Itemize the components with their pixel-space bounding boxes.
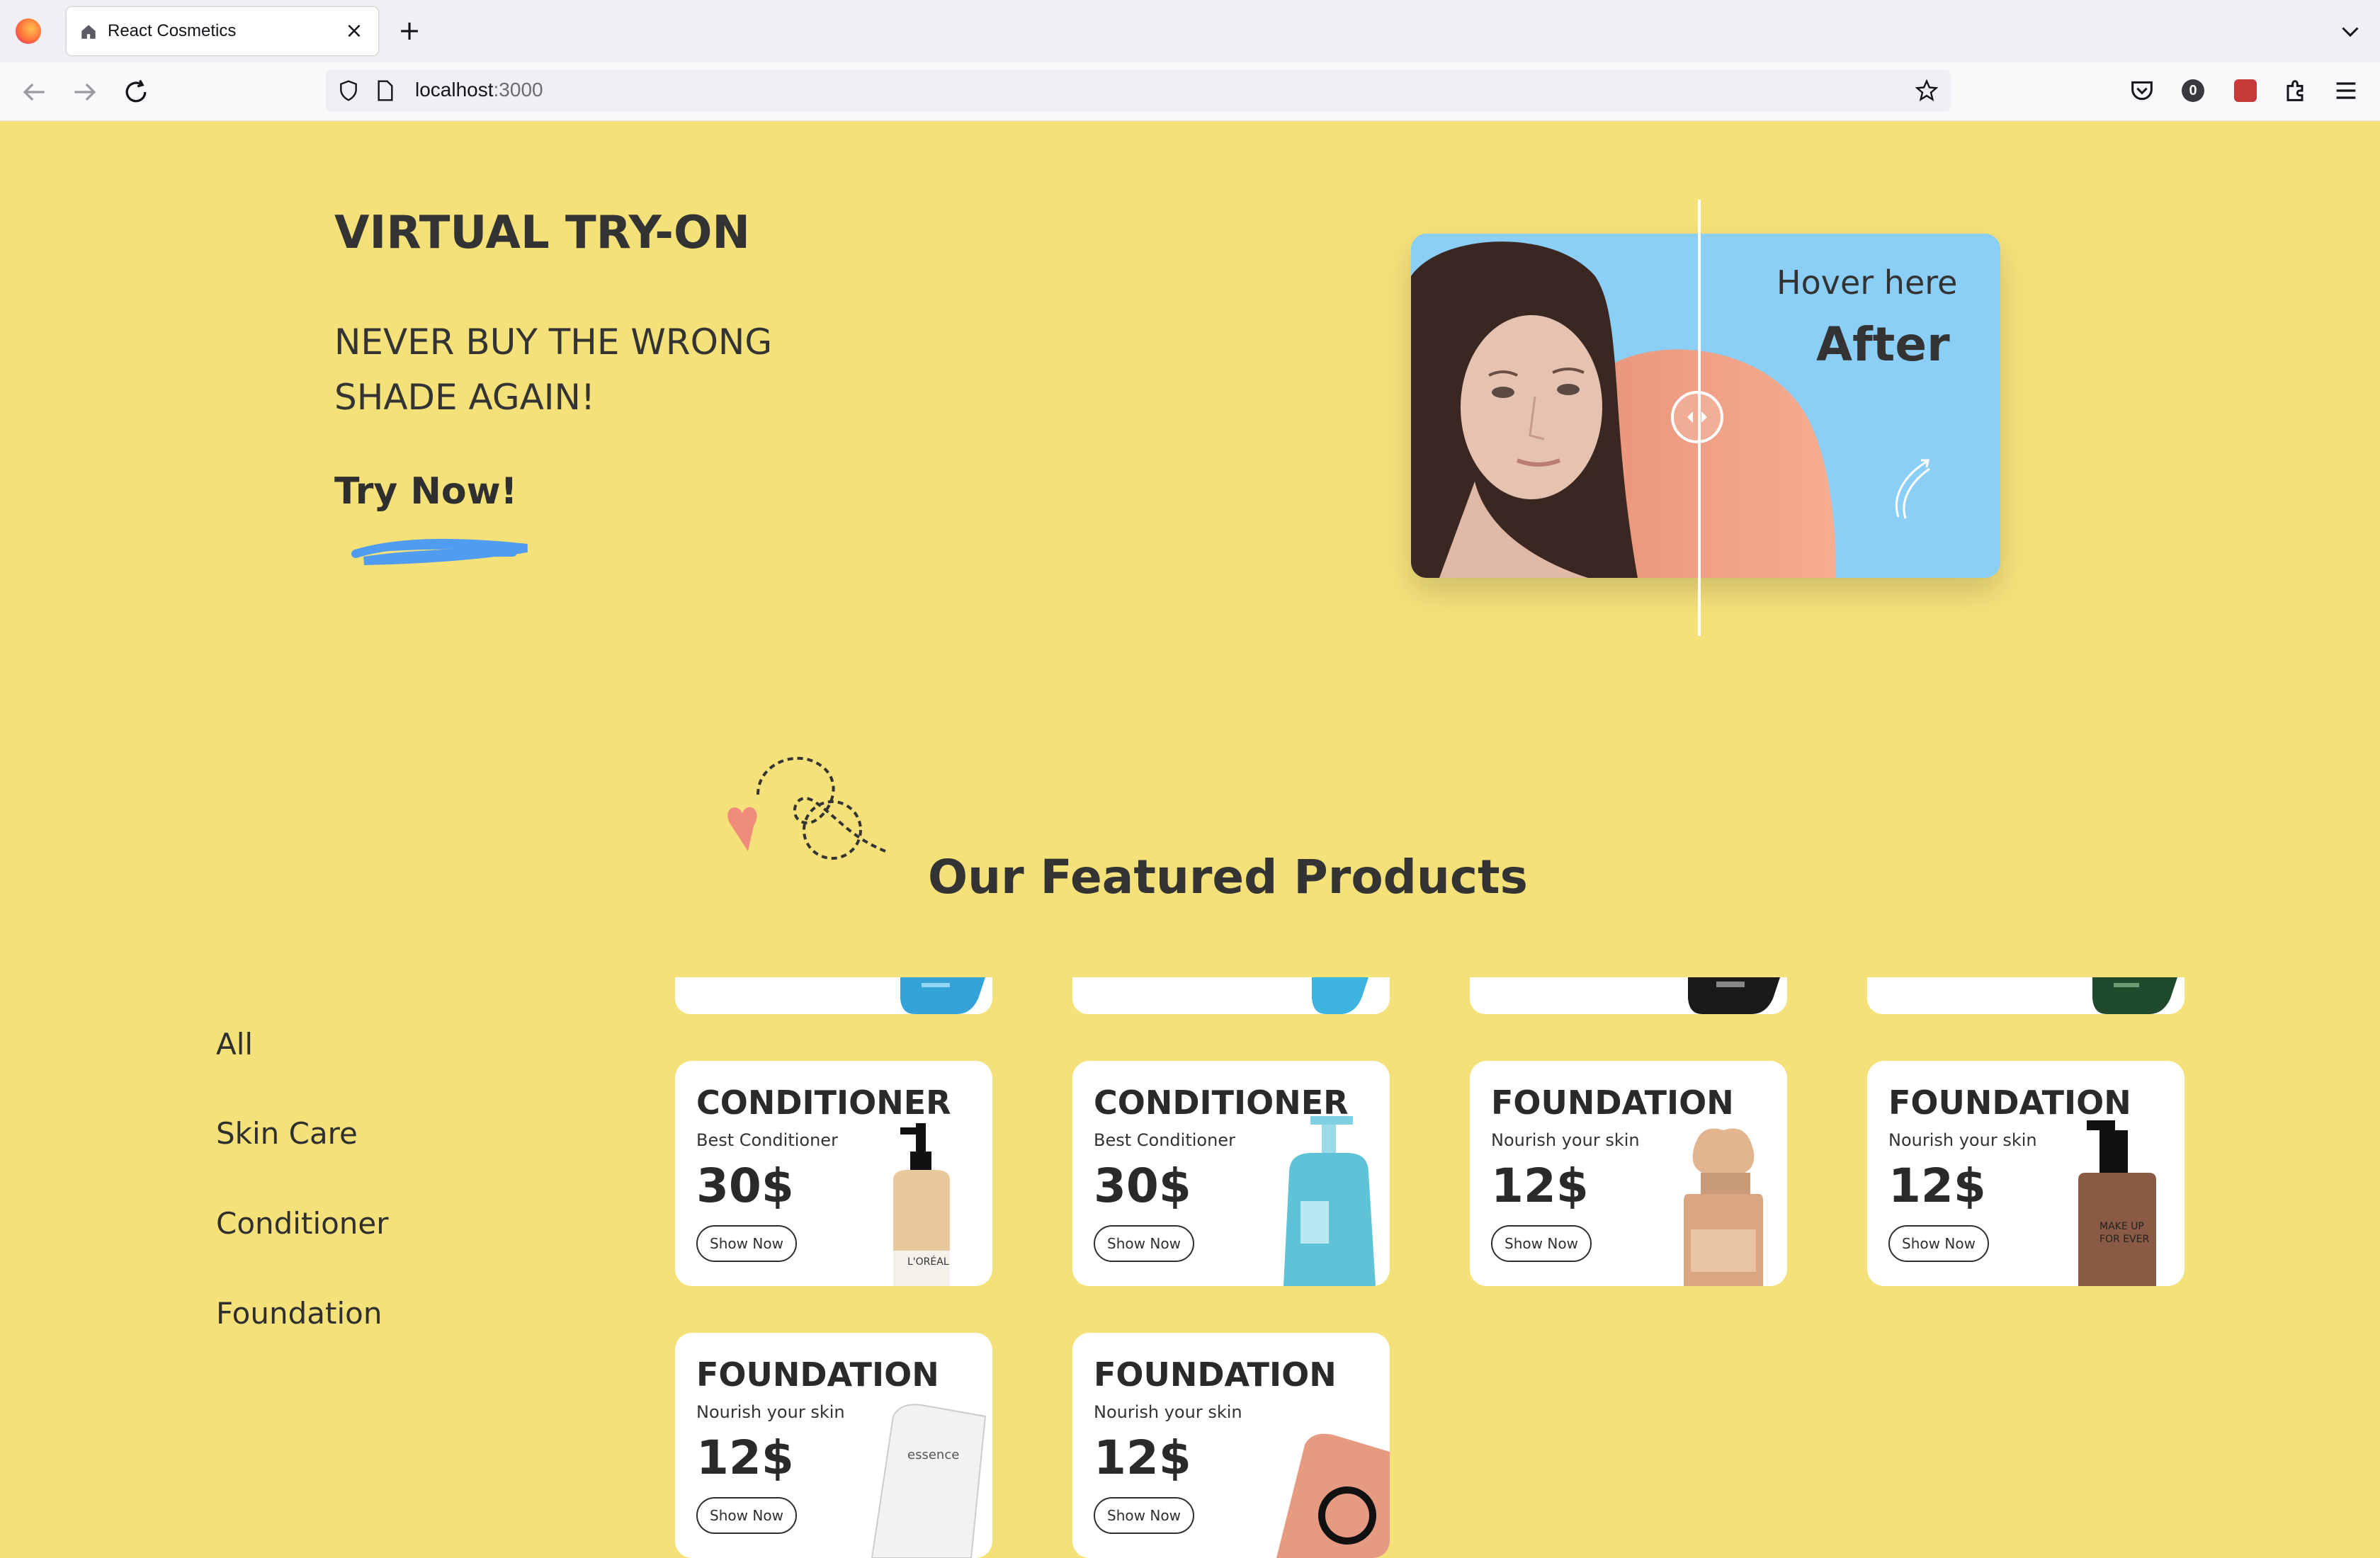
product-card[interactable]: FOUNDATION Nourish your skin 12$ Show No…: [1072, 1333, 1390, 1558]
home-icon: [81, 25, 96, 39]
product-price: 12$: [1094, 1431, 1191, 1485]
firefox-logo-icon[interactable]: [16, 18, 41, 44]
extension-badge-count: 0: [2182, 79, 2204, 102]
svg-text:FOR EVER: FOR EVER: [2100, 1234, 2150, 1245]
product-price: 30$: [1094, 1159, 1191, 1213]
product-image-partial: [2092, 977, 2177, 1014]
product-price: 12$: [696, 1431, 794, 1485]
product-card[interactable]: FOUNDATION Nourish your skin 12$ Show No…: [1867, 1061, 2184, 1286]
url-text[interactable]: localhost:3000: [415, 79, 543, 101]
product-subtitle: Best Conditioner: [696, 1130, 838, 1150]
product-card[interactable]: CONDITIONER Best Conditioner 30$ Show No…: [675, 1061, 992, 1286]
address-bar[interactable]: localhost:3000: [326, 69, 1951, 112]
svg-text:MAKE UP: MAKE UP: [2100, 1221, 2144, 1232]
category-skin-care[interactable]: Skin Care: [216, 1116, 358, 1151]
hero-title: VIRTUAL TRY-ON: [334, 207, 750, 259]
slider-handle[interactable]: [1671, 391, 1723, 443]
bookmark-star-icon[interactable]: [1914, 78, 1939, 103]
new-tab-button[interactable]: +: [394, 16, 425, 47]
forward-arrow-icon[interactable]: [69, 76, 101, 108]
conditioner-pump-icon: [1284, 1116, 1376, 1286]
foundation-tube-icon: essence: [871, 1404, 987, 1558]
product-price: 12$: [1888, 1159, 1986, 1213]
chevron-down-icon[interactable]: [2338, 18, 2363, 44]
pocket-icon[interactable]: [2128, 76, 2156, 105]
extensions-puzzle-icon[interactable]: [2281, 76, 2309, 105]
show-now-button[interactable]: Show Now: [1491, 1225, 1592, 1262]
product-card[interactable]: FOUNDATION Nourish your skin 12$ Show No…: [675, 1333, 992, 1558]
foundation-bottle-icon: [1684, 1128, 1763, 1286]
product-card[interactable]: CONDITIONER Best Conditioner 30$ Show No…: [1072, 1061, 1390, 1286]
brush-stroke-decoration: [351, 539, 528, 565]
browser-tab-bar: React Cosmetics × +: [0, 0, 2380, 62]
category-conditioner[interactable]: Conditioner: [216, 1206, 389, 1241]
product-price: 12$: [1491, 1159, 1589, 1213]
extension-red-icon[interactable]: [2231, 76, 2260, 105]
product-image-partial: [1312, 977, 1368, 1014]
product-card-partial[interactable]: [1867, 977, 2184, 1014]
product-subtitle: Nourish your skin: [1094, 1402, 1242, 1422]
swoosh-arrow-icon: [1895, 459, 1930, 519]
product-card-partial[interactable]: [675, 977, 992, 1014]
product-subtitle: Nourish your skin: [1888, 1130, 2037, 1150]
reload-icon[interactable]: [120, 76, 152, 108]
compare-hint: Hover here: [1776, 263, 1958, 302]
extension-badge-icon[interactable]: 0: [2179, 76, 2207, 105]
product-image-partial: [900, 977, 985, 1014]
show-now-button[interactable]: Show Now: [1094, 1225, 1194, 1262]
browser-tab[interactable]: React Cosmetics ×: [67, 7, 378, 55]
product-card[interactable]: FOUNDATION Nourish your skin 12$ Show No…: [1470, 1061, 1787, 1286]
foundation-pump-icon: MAKE UP FOR EVER: [2078, 1120, 2156, 1286]
left-right-arrows-icon: [1687, 411, 1707, 423]
back-arrow-icon[interactable]: [18, 76, 50, 108]
url-port: :3000: [493, 79, 543, 101]
svg-text:L'ORÉAL: L'ORÉAL: [907, 1256, 949, 1268]
hamburger-menu-icon[interactable]: [2332, 76, 2360, 105]
featured-products-title: Our Featured Products: [928, 850, 1528, 904]
show-now-button[interactable]: Show Now: [1888, 1225, 1989, 1262]
product-subtitle: Nourish your skin: [696, 1402, 845, 1422]
hero-subtitle: NEVER BUY THE WRONG SHADE AGAIN!: [334, 322, 773, 418]
product-card-partial[interactable]: [1072, 977, 1390, 1014]
product-subtitle: Best Conditioner: [1094, 1130, 1235, 1150]
tab-title: React Cosmetics: [108, 21, 237, 40]
product-price: 30$: [696, 1159, 794, 1213]
svg-text:essence: essence: [907, 1448, 959, 1462]
show-now-button[interactable]: Show Now: [696, 1225, 797, 1262]
try-now-link[interactable]: Try Now!: [334, 470, 517, 513]
foundation-tube-icon: [1276, 1433, 1390, 1558]
product-image-partial: [1688, 977, 1780, 1014]
category-all[interactable]: All: [216, 1027, 253, 1062]
conditioner-bottle-icon: L'ORÉAL: [893, 1123, 950, 1286]
show-now-button[interactable]: Show Now: [1094, 1497, 1194, 1534]
page-icon: [378, 80, 393, 101]
shield-icon[interactable]: [337, 79, 360, 102]
show-now-button[interactable]: Show Now: [696, 1497, 797, 1534]
product-subtitle: Nourish your skin: [1491, 1130, 1640, 1150]
category-foundation[interactable]: Foundation: [216, 1296, 382, 1331]
browser-nav-bar: localhost:3000 0: [0, 62, 2380, 121]
url-host: localhost: [415, 79, 494, 101]
product-card-partial[interactable]: [1470, 977, 1787, 1014]
compare-after-label: After: [1816, 317, 1950, 372]
heart-doodle-decoration: [727, 756, 886, 860]
close-tab-icon[interactable]: ×: [341, 18, 367, 44]
